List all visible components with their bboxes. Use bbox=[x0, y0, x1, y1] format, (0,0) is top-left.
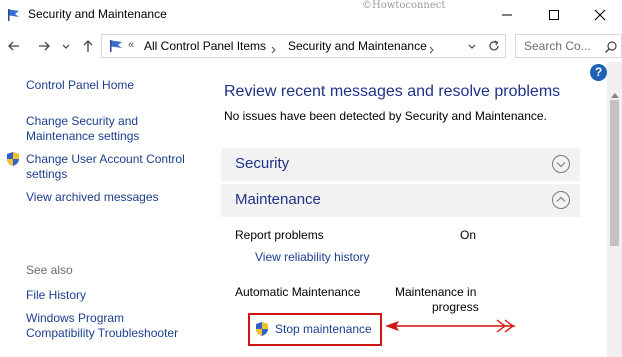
maintenance-status-line2: progress bbox=[432, 300, 479, 314]
view-archived-messages-link[interactable]: View archived messages bbox=[26, 189, 159, 205]
change-security-settings-link-line1[interactable]: Change Security and bbox=[26, 113, 138, 129]
change-uac-settings-link-line1[interactable]: Change User Account Control bbox=[26, 151, 185, 167]
forward-arrow-icon bbox=[39, 41, 50, 51]
chevron-down-icon bbox=[468, 44, 476, 49]
close-button[interactable] bbox=[577, 0, 622, 30]
breadcrumb-all-control-panel-items[interactable]: All Control Panel Items bbox=[144, 39, 266, 53]
view-reliability-history-link[interactable]: View reliability history bbox=[255, 250, 370, 264]
file-history-link[interactable]: File History bbox=[26, 287, 86, 303]
report-problems-label: Report problems bbox=[235, 228, 324, 242]
maximize-button[interactable] bbox=[531, 0, 577, 30]
change-uac-settings-link-line2[interactable]: settings bbox=[26, 166, 67, 182]
stop-maintenance-link[interactable]: Stop maintenance bbox=[275, 322, 372, 336]
compatibility-troubleshooter-link-line2[interactable]: Compatibility Troubleshooter bbox=[26, 325, 178, 341]
left-navigation-pane: Control Panel Home Change Security and M… bbox=[0, 62, 205, 357]
recent-locations-button[interactable] bbox=[60, 36, 72, 56]
navigation-bar: « All Control Panel Items Security and M… bbox=[0, 30, 622, 62]
search-input[interactable]: Search Co... bbox=[524, 39, 591, 53]
search-icon[interactable] bbox=[604, 40, 618, 54]
watermark: ©Howtoconnect bbox=[362, 0, 446, 11]
compatibility-troubleshooter-link-line1[interactable]: Windows Program bbox=[26, 310, 124, 326]
pointer-arrow-icon bbox=[385, 319, 515, 333]
address-bar[interactable]: « All Control Panel Items Security and M… bbox=[101, 34, 506, 58]
breadcrumb-security-and-maintenance[interactable]: Security and Maintenance bbox=[288, 39, 427, 53]
maintenance-section-header[interactable]: Maintenance bbox=[221, 184, 580, 217]
see-also-heading: See also bbox=[26, 263, 73, 277]
status-message: No issues have been detected by Security… bbox=[224, 109, 547, 123]
close-icon bbox=[594, 9, 606, 21]
uac-shield-icon bbox=[6, 151, 20, 167]
refresh-icon bbox=[489, 40, 499, 51]
maximize-icon bbox=[549, 10, 559, 20]
minimize-icon bbox=[502, 14, 512, 16]
page-title: Review recent messages and resolve probl… bbox=[224, 83, 561, 100]
report-problems-value: On bbox=[460, 228, 477, 242]
scrollbar-thumb[interactable] bbox=[610, 100, 619, 246]
security-section-title: Security bbox=[235, 155, 290, 172]
refresh-button[interactable] bbox=[486, 37, 502, 55]
change-security-settings-link-line2[interactable]: Maintenance settings bbox=[26, 128, 139, 144]
overflow-chevron[interactable]: « bbox=[128, 39, 134, 51]
security-section-header[interactable]: Security bbox=[221, 148, 580, 181]
maintenance-status-line1: Maintenance in bbox=[395, 285, 477, 299]
search-box[interactable]: Search Co... bbox=[515, 34, 622, 58]
uac-shield-icon bbox=[255, 321, 269, 337]
control-panel-flag-icon bbox=[108, 39, 124, 53]
chevron-right-icon[interactable] bbox=[270, 43, 278, 54]
back-button[interactable] bbox=[4, 36, 24, 56]
main-content-pane: Review recent messages and resolve probl… bbox=[205, 62, 605, 357]
address-history-button[interactable] bbox=[464, 37, 480, 55]
back-arrow-icon bbox=[8, 41, 19, 51]
chevron-up-icon[interactable] bbox=[551, 190, 571, 210]
scroll-up-arrow-icon[interactable] bbox=[611, 87, 619, 98]
minimize-button[interactable] bbox=[484, 0, 530, 30]
vertical-scrollbar[interactable] bbox=[607, 62, 622, 357]
chevron-right-icon[interactable] bbox=[428, 43, 436, 54]
security-flag-icon bbox=[7, 8, 21, 22]
up-arrow-icon bbox=[83, 40, 93, 52]
window-title: Security and Maintenance bbox=[28, 7, 167, 21]
chevron-down-icon bbox=[62, 44, 70, 49]
maintenance-section-title: Maintenance bbox=[235, 191, 321, 208]
control-panel-home-link[interactable]: Control Panel Home bbox=[26, 77, 134, 93]
chevron-down-icon[interactable] bbox=[551, 154, 571, 174]
automatic-maintenance-label: Automatic Maintenance bbox=[235, 285, 361, 299]
forward-button[interactable] bbox=[34, 36, 54, 56]
title-bar: Security and Maintenance ©Howtoconnect bbox=[0, 0, 622, 30]
up-button[interactable] bbox=[78, 36, 98, 56]
